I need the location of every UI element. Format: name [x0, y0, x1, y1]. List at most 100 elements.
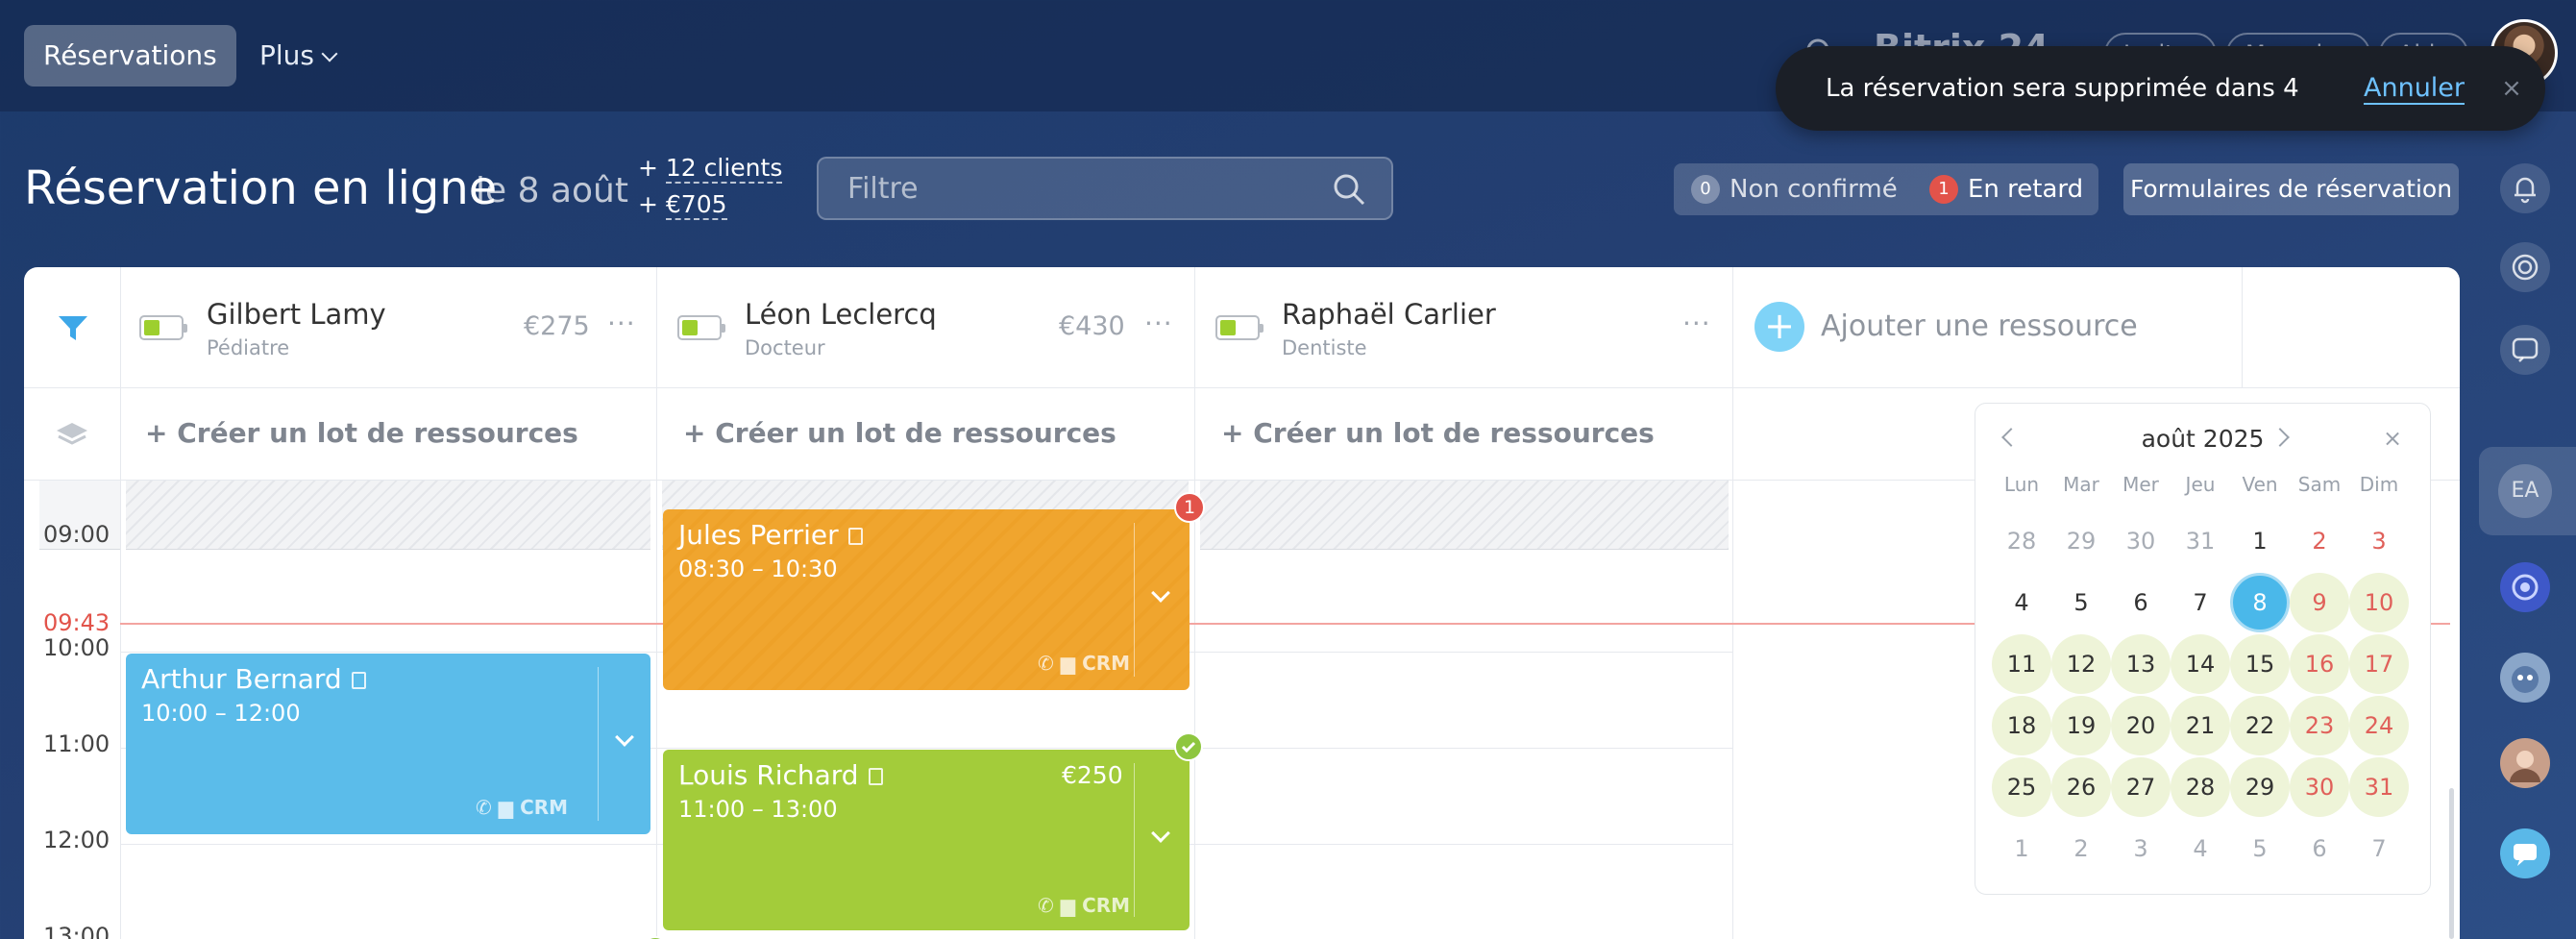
crm-label[interactable]: CRM [520, 796, 568, 819]
calendar-day[interactable]: 1 [1992, 819, 2051, 878]
calendar-day[interactable]: 30 [2111, 511, 2171, 571]
bot-avatar-icon[interactable] [2500, 653, 2550, 703]
chat-icon[interactable]: ▆ [499, 796, 513, 819]
chat-icon[interactable]: ▆ [1061, 652, 1075, 675]
filter-input[interactable] [847, 159, 1309, 218]
calendar-day[interactable]: 6 [2290, 819, 2349, 878]
time-label: 09:00 [43, 521, 110, 548]
calendar-day[interactable]: 26 [2051, 757, 2111, 817]
calendar-day[interactable]: 29 [2230, 757, 2290, 817]
late-filter[interactable]: 1 En retard [1929, 163, 2083, 215]
calendar-day[interactable]: 22 [2230, 696, 2290, 755]
calendar-day[interactable]: 11 [1992, 634, 2051, 694]
calendar-day[interactable]: 28 [1992, 511, 2051, 571]
more-icon[interactable]: ··· [607, 308, 636, 339]
calendar-day[interactable]: 20 [2111, 696, 2171, 755]
target-icon[interactable] [2500, 242, 2550, 292]
time-label: 13:00 [43, 923, 110, 939]
calendar-day[interactable]: 19 [2051, 696, 2111, 755]
clients-stat[interactable]: + 12 clients [638, 154, 783, 184]
contact-avatar-icon[interactable] [2500, 738, 2550, 788]
calendar-month-title[interactable]: août 2025 [1975, 425, 2430, 453]
calendar-day[interactable]: 24 [2349, 696, 2409, 755]
calendar-day[interactable]: 17 [2349, 634, 2409, 694]
more-icon[interactable]: ··· [1682, 308, 1711, 339]
calendar-day[interactable]: 9 [2290, 573, 2349, 632]
calendar-day[interactable]: 28 [2171, 757, 2230, 817]
calendar-day[interactable]: 29 [2051, 511, 2111, 571]
toast-undo-link[interactable]: Annuler [2364, 46, 2466, 131]
calendar-day[interactable]: 30 [2290, 757, 2349, 817]
add-resource-button[interactable]: Ajouter une ressource [1821, 309, 2138, 343]
search-icon[interactable] [1332, 172, 1366, 207]
calendar-day[interactable]: 13 [2111, 634, 2171, 694]
revenue-stat[interactable]: + €705 [638, 190, 727, 220]
nav-reservations[interactable]: Réservations [24, 25, 236, 86]
calendar-day[interactable]: 31 [2349, 757, 2409, 817]
calendar-day[interactable]: 25 [1992, 757, 2051, 817]
create-lot-button[interactable]: + Créer un lot de ressources [1221, 417, 1655, 449]
booking-forms-button[interactable]: Formulaires de réservation [2123, 163, 2459, 215]
resource-role: Dentiste [1282, 336, 1367, 359]
booking-client-name[interactable]: Arthur Bernard [141, 663, 366, 695]
booking-card[interactable]: Jules Perrier 08:30 – 10:30 ✆ ▆ CRM [663, 509, 1190, 690]
calendar-day[interactable]: 12 [2051, 634, 2111, 694]
booking-card[interactable]: Arthur Bernard 10:00 – 12:00 ✆ ▆ CRM [126, 654, 650, 834]
phone-icon[interactable]: ✆ [476, 796, 492, 819]
copilot-icon[interactable] [2500, 562, 2550, 612]
resource-name[interactable]: Léon Leclercq [745, 298, 937, 331]
calendar-day[interactable]: 27 [2111, 757, 2171, 817]
calendar-day[interactable]: 10 [2349, 573, 2409, 632]
calendar-day[interactable]: 31 [2171, 511, 2230, 571]
calendar-day[interactable]: 18 [1992, 696, 2051, 755]
calendar-day[interactable]: 2 [2290, 511, 2349, 571]
resource-name[interactable]: Raphaël Carlier [1282, 298, 1496, 331]
calendar-day[interactable]: 7 [2349, 819, 2409, 878]
add-resource-plus-icon[interactable]: + [1754, 302, 1804, 352]
funnel-icon[interactable] [57, 313, 89, 344]
chevron-down-icon[interactable] [1151, 824, 1170, 843]
unconfirmed-filter[interactable]: 0 Non confirmé [1691, 163, 1898, 215]
calendar-day[interactable]: 16 [2290, 634, 2349, 694]
calendar-day[interactable]: 6 [2111, 573, 2171, 632]
calendar-day[interactable]: 3 [2111, 819, 2171, 878]
calendar-day[interactable]: 1 [2230, 511, 2290, 571]
chevron-down-icon[interactable] [1151, 583, 1170, 603]
chevron-down-icon[interactable] [615, 728, 634, 747]
scrollbar[interactable] [2449, 788, 2454, 939]
calendar-day[interactable]: 15 [2230, 634, 2290, 694]
more-icon[interactable]: ··· [1144, 308, 1173, 339]
chat-sync-icon[interactable] [2500, 325, 2550, 375]
chat-bubble-icon[interactable] [2500, 828, 2550, 878]
calendar-day[interactable]: 4 [2171, 819, 2230, 878]
crm-label[interactable]: CRM [1082, 652, 1130, 675]
calendar-day[interactable]: 7 [2171, 573, 2230, 632]
chat-icon[interactable]: ▆ [1061, 894, 1075, 917]
booking-client-name[interactable]: Louis Richard [678, 759, 883, 791]
calendar-day[interactable]: 4 [1992, 573, 2051, 632]
calendar-day[interactable]: 14 [2171, 634, 2230, 694]
calendar-day[interactable]: 3 [2349, 511, 2409, 571]
phone-icon[interactable]: ✆ [1038, 894, 1054, 917]
calendar-day[interactable]: 5 [2230, 819, 2290, 878]
create-lot-button[interactable]: + Créer un lot de ressources [683, 417, 1116, 449]
booking-client-name[interactable]: Jules Perrier [678, 519, 863, 551]
calendar-day[interactable]: 23 [2290, 696, 2349, 755]
collapse-icon[interactable]: ⨯ [2383, 425, 2402, 452]
nav-more[interactable]: Plus [259, 25, 338, 86]
create-lot-button[interactable]: + Créer un lot de ressources [145, 417, 578, 449]
bell-icon[interactable] [2500, 163, 2550, 213]
calendar-day[interactable]: 2 [2051, 819, 2111, 878]
clients-count: 12 clients [665, 154, 783, 184]
booking-card[interactable]: Louis Richard 11:00 – 13:00 €250 ✆ ▆ CRM [663, 750, 1190, 930]
close-icon[interactable]: × [2498, 75, 2525, 102]
calendar-day[interactable]: 5 [2051, 573, 2111, 632]
rail-user-initials[interactable]: EA [2498, 464, 2552, 518]
crm-label[interactable]: CRM [1082, 894, 1130, 917]
phone-icon[interactable]: ✆ [1038, 652, 1054, 675]
undo-toast: La réservation sera supprimée dans 4 Ann… [1776, 46, 2545, 131]
resource-name[interactable]: Gilbert Lamy [207, 298, 386, 331]
calendar-day[interactable]: 8 [2230, 573, 2290, 632]
page-date[interactable]: le 8 août [476, 171, 628, 210]
calendar-day[interactable]: 21 [2171, 696, 2230, 755]
